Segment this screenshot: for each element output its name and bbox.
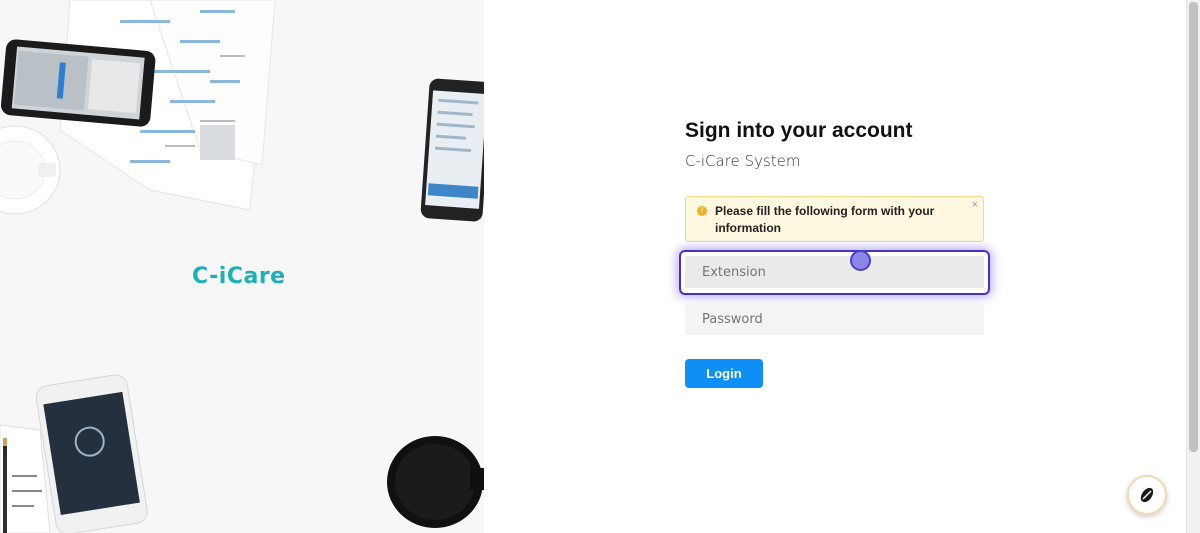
phone-landscape	[0, 39, 156, 127]
vertical-scrollbar[interactable]	[1186, 0, 1200, 533]
info-alert: ! Please fill the following form with yo…	[685, 196, 984, 242]
extension-input[interactable]	[685, 256, 984, 288]
c-icare-logo: C-iCare	[192, 264, 286, 289]
scrollbar-thumb[interactable]	[1189, 2, 1198, 452]
alert-message: Please fill the following form with your…	[715, 204, 935, 235]
bean-icon	[1140, 487, 1154, 503]
phone-portrait-right	[420, 78, 484, 222]
floating-help-button[interactable]	[1127, 475, 1167, 515]
login-button[interactable]: Login	[685, 359, 763, 388]
password-input[interactable]	[685, 303, 984, 335]
system-subtitle: C-iCare System	[685, 152, 801, 170]
mouse-cursor-indicator	[850, 250, 871, 271]
page-title: Sign into your account	[685, 119, 913, 142]
hero-image-panel: C-iCare	[0, 0, 484, 533]
info-icon: !	[697, 206, 707, 216]
close-icon[interactable]: ×	[972, 199, 978, 211]
login-header: Sign into your account C-iCare System	[685, 117, 985, 171]
